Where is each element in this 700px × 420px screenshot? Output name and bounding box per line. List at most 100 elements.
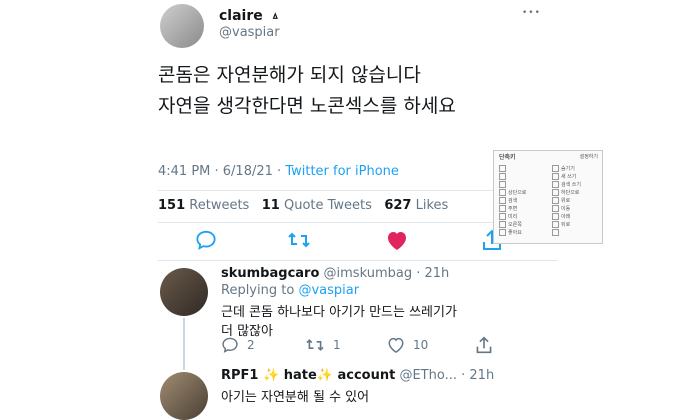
quotes-stat[interactable]: 11 Quote Tweets [262, 198, 376, 213]
shortcut-key-icon [552, 165, 559, 172]
reply-like-button[interactable]: 10 [387, 337, 428, 353]
retweet-button[interactable] [287, 230, 311, 250]
reply-share-button[interactable] [475, 336, 493, 354]
reply-icon [222, 337, 238, 353]
likes-count: 627 [384, 198, 412, 213]
shortcut-item[interactable]: 숨기기 [552, 165, 575, 172]
shortcut-key-icon [499, 165, 506, 172]
author-avatar[interactable] [160, 4, 204, 48]
reply-time[interactable]: · 21h [461, 368, 494, 383]
shortcut-item[interactable] [499, 173, 508, 180]
more-options-icon[interactable]: ••• [522, 8, 541, 18]
retweet-icon [288, 232, 310, 248]
shortcut-key-icon [499, 229, 506, 236]
shortcut-key-icon [552, 197, 559, 204]
retweet-icon [306, 339, 324, 351]
shortcut-item[interactable] [499, 165, 508, 172]
replying-to-prefix: Replying to [221, 283, 295, 298]
shortcut-key-icon [552, 205, 559, 212]
shortcut-panel-title: 단축키 [499, 154, 516, 161]
author-name[interactable]: claire ㅿ [219, 8, 280, 24]
shortcut-item[interactable]: 상단으로 [499, 189, 526, 196]
shortcut-panel-settings[interactable]: 설정하기 [580, 154, 598, 161]
reply-like-count: 10 [413, 338, 429, 352]
shortcut-item[interactable]: 새 쓰기 [552, 173, 576, 180]
thread-line [183, 318, 185, 370]
shortcut-key-icon [499, 213, 506, 220]
quotes-label: Quote Tweets [283, 198, 372, 213]
shortcut-item[interactable]: 뒤로 [552, 221, 570, 228]
shortcut-item[interactable]: 하단으로 [552, 189, 579, 196]
reply-button[interactable] [195, 230, 217, 250]
shortcut-label: 아래 [561, 214, 571, 220]
shortcut-label: 뒤로 [561, 222, 571, 228]
shortcut-item[interactable]: 오른쪽 [499, 221, 522, 228]
retweets-stat[interactable]: 151 Retweets [158, 198, 253, 213]
shortcut-item[interactable]: 검색 [499, 197, 517, 204]
shortcut-item[interactable]: 이동 [552, 205, 570, 212]
shortcut-label: 새 쓰기 [561, 174, 577, 180]
shortcut-label: 좋아요 [508, 230, 522, 236]
verified-icon: ㅿ [270, 12, 280, 23]
heart-outline-icon [388, 337, 404, 353]
reply-avatar[interactable] [160, 372, 208, 420]
reply-reply-button[interactable]: 2 [221, 337, 255, 353]
tweet-meta: 4:41 PM · 6/18/21 · Twitter for iPhone [158, 164, 399, 179]
shortcut-key-icon [499, 181, 506, 188]
shortcut-item[interactable] [552, 229, 561, 236]
shortcut-label: 미리 [508, 214, 518, 220]
shortcut-label: 주변 [508, 206, 518, 212]
replying-to-handle[interactable]: @vaspiar [298, 283, 359, 298]
shortcut-item[interactable]: 좋아요 [499, 229, 522, 236]
tweet-stats: 151 Retweets 11 Quote Tweets 627 Likes [158, 198, 448, 213]
shortcut-key-icon [552, 221, 559, 228]
reply-retweet-button[interactable]: 1 [305, 337, 341, 353]
reply-header: skumbagcaro @imskumbag · 21h [221, 266, 449, 281]
shortcut-label: 검색 [508, 198, 518, 204]
tweet-text-line-1: 콘돔은 자연분해가 되지 않습니다 [158, 64, 421, 86]
reply-author-name[interactable]: RPF1 ✨ hate✨ account [221, 368, 395, 383]
tweet-source[interactable]: Twitter for iPhone [285, 164, 399, 179]
heart-icon [388, 232, 406, 250]
like-button[interactable] [385, 230, 409, 251]
likes-label: Likes [415, 198, 449, 213]
shortcut-label: 상단으로 [508, 190, 527, 196]
shortcut-key-icon [552, 189, 559, 196]
author-name-text[interactable]: claire [219, 8, 263, 24]
tweet-text-line-2: 자연을 생각한다면 노콘섹스를 하세요 [158, 95, 456, 117]
shortcut-key-icon [552, 229, 559, 236]
shortcut-item[interactable]: 검색 쓰기 [552, 181, 581, 188]
reply-author-handle[interactable]: @ETho... [399, 368, 457, 383]
shortcut-key-icon [552, 213, 559, 220]
reply-header: RPF1 ✨ hate✨ account @ETho... · 21h [221, 368, 494, 383]
shortcut-item[interactable]: 위로 [552, 197, 570, 204]
shortcut-key-icon [499, 221, 506, 228]
shortcut-item[interactable]: 미리 [499, 213, 517, 220]
shortcut-key-icon [499, 189, 506, 196]
shortcut-item[interactable] [499, 181, 508, 188]
reply-author-name[interactable]: skumbagcaro [221, 266, 319, 281]
retweets-count: 151 [158, 198, 186, 213]
shortcut-key-icon [552, 173, 559, 180]
shortcut-item[interactable]: 아래 [552, 213, 570, 220]
reply-time[interactable]: · 21h [416, 266, 449, 281]
share-icon [476, 336, 492, 354]
shortcut-key-icon [499, 205, 506, 212]
reply-reply-count: 2 [247, 338, 255, 352]
shortcut-label: 위로 [561, 198, 571, 204]
reply-retweet-count: 1 [333, 338, 341, 352]
reply-author-handle[interactable]: @imskumbag [324, 266, 413, 281]
shortcut-key-icon [552, 181, 559, 188]
reply-icon [196, 230, 216, 250]
tweet-time[interactable]: 4:41 PM · 6/18/21 · [158, 164, 281, 179]
shortcut-label: 검색 쓰기 [561, 182, 581, 188]
shortcut-key-icon [499, 197, 506, 204]
reply-avatar[interactable] [160, 268, 208, 316]
likes-stat[interactable]: 627 Likes [384, 198, 448, 213]
shortcut-item[interactable]: 주변 [499, 205, 517, 212]
shortcut-label: 오른쪽 [508, 222, 522, 228]
retweets-label: Retweets [189, 198, 250, 213]
shortcut-panel: 단축키 설정하기 숨기기새 쓰기검색 쓰기상단으로 하단으로검색 위로주변 이동미리 아… [493, 150, 603, 244]
author-handle[interactable]: @vaspiar [219, 25, 280, 40]
divider [158, 260, 558, 261]
